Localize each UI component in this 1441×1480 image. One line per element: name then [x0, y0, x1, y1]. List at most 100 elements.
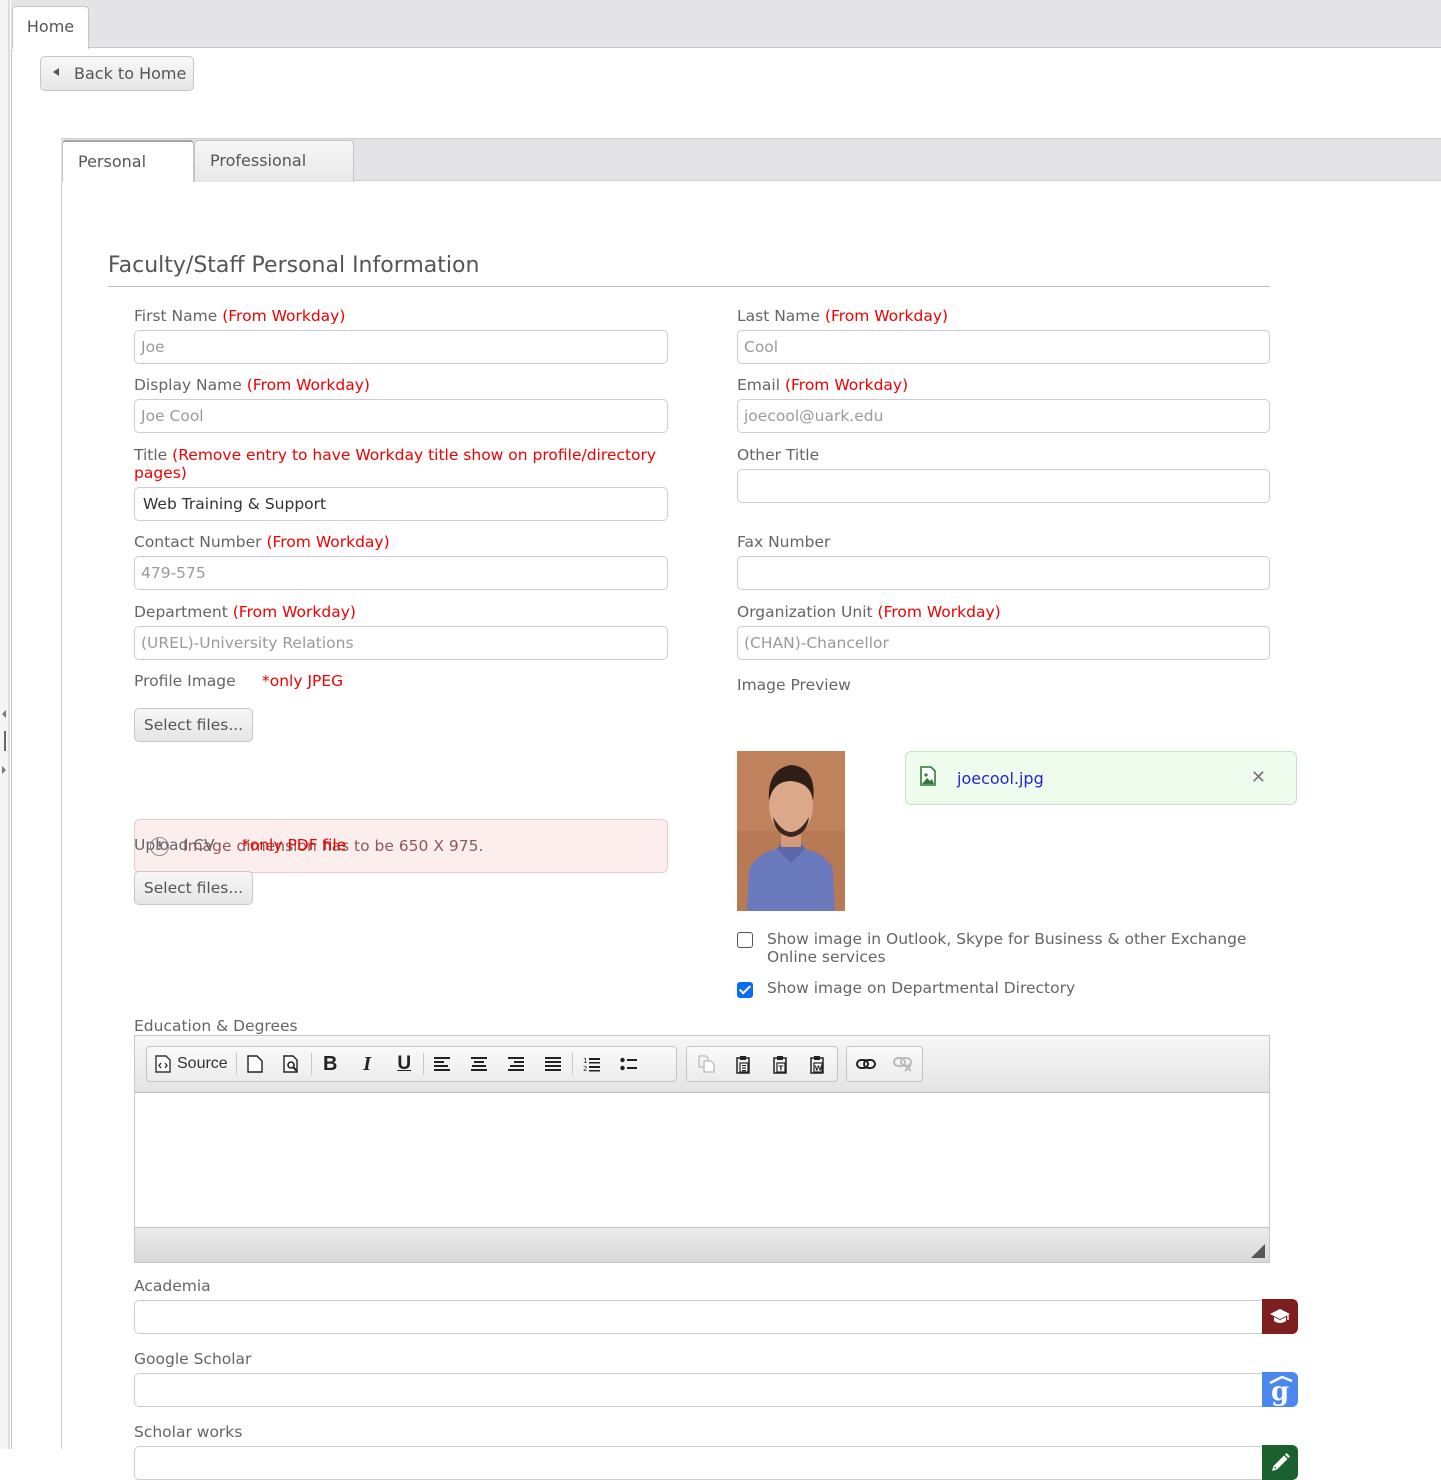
contact-number-label: Contact Number (From Workday): [134, 533, 390, 551]
profile-image-label: Profile Image: [134, 672, 236, 690]
unlink-icon: [892, 1057, 912, 1072]
tab-home[interactable]: Home: [12, 6, 89, 49]
directory-image-checkbox-label[interactable]: Show image on Departmental Directory: [767, 979, 1287, 997]
paste-word-icon: W: [809, 1055, 824, 1074]
numbered-list-button[interactable]: 12: [573, 1049, 610, 1079]
toolbar-group-formatting: Source B I U 12: [146, 1046, 677, 1082]
close-icon[interactable]: ✕: [1251, 767, 1266, 788]
display-name-label: Display Name (From Workday): [134, 376, 370, 394]
resize-grip-icon[interactable]: [1251, 1244, 1265, 1258]
first-name-field[interactable]: Joe: [134, 330, 668, 364]
department-label: Department (From Workday): [134, 603, 356, 621]
link-button[interactable]: [847, 1049, 884, 1079]
fax-number-field[interactable]: [737, 556, 1270, 590]
triangle-left-icon: [53, 67, 59, 76]
outlook-image-checkbox-label[interactable]: Show image in Outlook, Skype for Busines…: [767, 930, 1287, 966]
bulleted-list-icon: [620, 1057, 637, 1071]
splitter-handle[interactable]: [4, 731, 6, 751]
title-field[interactable]: Web Training & Support: [134, 487, 668, 521]
toolbar-group-clipboard: T W: [686, 1046, 838, 1082]
svg-text:T: T: [778, 1064, 783, 1072]
email-label: Email (From Workday): [737, 376, 909, 394]
display-name-field[interactable]: Joe Cool: [134, 399, 668, 433]
profile-tabs: Personal Info Professional Info: [61, 138, 1441, 211]
justify-button[interactable]: [535, 1049, 572, 1079]
source-button[interactable]: Source: [147, 1049, 236, 1079]
scholar-works-label: Scholar works: [134, 1423, 243, 1441]
new-page-button[interactable]: [237, 1049, 274, 1079]
page-title: Faculty/Staff Personal Information: [108, 253, 1270, 287]
paste-button[interactable]: [724, 1049, 761, 1079]
education-rich-text-editor: Source B I U 12 T W: [134, 1035, 1270, 1263]
profile-image-note: *only JPEG: [262, 672, 344, 690]
org-unit-label: Organization Unit (From Workday): [737, 603, 1001, 621]
paste-word-button[interactable]: W: [798, 1049, 835, 1079]
toolbar-group-links: [846, 1046, 923, 1082]
bold-button[interactable]: B: [312, 1049, 349, 1079]
image-file-icon: [919, 766, 937, 790]
splitter-rail[interactable]: [0, 0, 10, 1449]
education-label: Education & Degrees: [134, 1017, 298, 1035]
svg-text:1: 1: [583, 1057, 587, 1065]
other-title-label: Other Title: [737, 446, 820, 464]
source-icon: [155, 1055, 171, 1073]
last-name-label: Last Name (From Workday): [737, 307, 949, 325]
last-name-field[interactable]: Cool: [737, 330, 1270, 364]
collapse-left-icon[interactable]: [2, 710, 6, 718]
other-title-field[interactable]: [737, 469, 1270, 503]
paste-text-button[interactable]: T: [761, 1049, 798, 1079]
align-center-icon: [471, 1057, 488, 1071]
department-field[interactable]: (UREL)-University Relations: [134, 626, 668, 660]
fax-number-label: Fax Number: [737, 533, 831, 551]
scholar-works-field[interactable]: [134, 1446, 1264, 1480]
preview-icon: [283, 1055, 298, 1073]
graduation-cap-icon: [1262, 1299, 1298, 1334]
new-page-icon: [247, 1055, 263, 1073]
expand-right-icon[interactable]: [2, 766, 6, 774]
image-preview-label: Image Preview: [737, 676, 851, 694]
academia-label: Academia: [134, 1277, 211, 1295]
svg-text:2: 2: [583, 1065, 587, 1072]
editor-toolbar: Source B I U 12 T W: [135, 1036, 1269, 1093]
directory-image-checkbox[interactable]: [737, 982, 753, 998]
align-right-button[interactable]: [498, 1049, 535, 1079]
align-left-icon: [434, 1057, 451, 1071]
cv-select-button[interactable]: Select files...: [134, 871, 253, 905]
personal-info-panel: Faculty/Staff Personal Information First…: [61, 182, 1441, 1480]
google-scholar-field[interactable]: [134, 1373, 1264, 1407]
top-tab-strip: Home: [11, 0, 1441, 49]
contact-number-field[interactable]: 479-575: [134, 556, 668, 590]
align-right-icon: [508, 1057, 525, 1071]
google-scholar-label: Google Scholar: [134, 1350, 252, 1368]
outlook-image-checkbox[interactable]: [737, 932, 753, 948]
back-to-home-button[interactable]: Back to Home: [40, 56, 194, 91]
org-unit-field[interactable]: (CHAN)-Chancellor: [737, 626, 1270, 660]
justify-icon: [545, 1057, 562, 1071]
bulleted-list-button[interactable]: [610, 1049, 647, 1079]
education-editor-body[interactable]: [135, 1093, 1269, 1227]
profile-image-select-button[interactable]: Select files...: [134, 708, 253, 742]
italic-button[interactable]: I: [349, 1049, 386, 1079]
first-name-label: First Name (From Workday): [134, 307, 346, 325]
google-scholar-icon: g: [1262, 1372, 1298, 1407]
academia-field[interactable]: [134, 1300, 1264, 1334]
preview-button[interactable]: [274, 1049, 311, 1079]
align-left-button[interactable]: [424, 1049, 461, 1079]
main-content: Back to Home Personal Info Professional …: [11, 49, 1441, 1480]
pencil-icon: [1262, 1445, 1298, 1480]
copy-button[interactable]: [687, 1049, 724, 1079]
profile-photo-preview: [737, 751, 845, 911]
copy-icon: [697, 1055, 715, 1073]
align-center-button[interactable]: [461, 1049, 498, 1079]
underline-button[interactable]: U: [386, 1049, 423, 1079]
email-field[interactable]: joecool@uark.edu: [737, 399, 1270, 433]
back-to-home-label: Back to Home: [74, 64, 187, 83]
paste-text-icon: T: [772, 1055, 787, 1074]
title-label: Title (Remove entry to have Workday titl…: [134, 446, 657, 482]
uploaded-file-link[interactable]: joecool.jpg: [957, 769, 1044, 788]
tab-professional-info[interactable]: Professional Info: [194, 140, 354, 210]
uploaded-file-chip: joecool.jpg ✕: [905, 751, 1297, 805]
tab-personal-info[interactable]: Personal Info: [62, 140, 194, 211]
paste-icon: [735, 1055, 750, 1074]
unlink-button[interactable]: [884, 1049, 921, 1079]
